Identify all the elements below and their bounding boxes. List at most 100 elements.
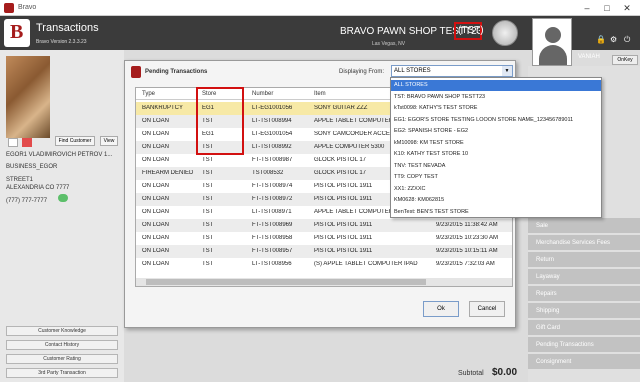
menu-item-return[interactable]: Return [528, 252, 640, 268]
cell-date: 9/23/2015 10:23:30 AM [436, 235, 499, 241]
power-icon[interactable]: ⏻ [624, 35, 630, 45]
app-icon [4, 3, 14, 13]
dialog-title: Pending Transactions [145, 69, 208, 75]
cell-store: TST [202, 196, 214, 202]
cell-type: ON LOAN [142, 131, 170, 137]
bravo-logo: B [4, 19, 30, 47]
cell-store: TST [202, 183, 214, 189]
third-party-transaction-button[interactable]: 3rd Party Transaction [6, 368, 118, 378]
subtotal-label: Subtotal [458, 370, 484, 377]
cell-number: LT-TST008994 [252, 118, 292, 124]
cell-number: LT-EG1001056 [252, 105, 293, 111]
store-filter-value: ALL STORES [394, 68, 431, 74]
customer-street: STREET1 [6, 177, 34, 183]
minimize-icon[interactable]: – [578, 2, 596, 14]
menu-item-gift-card[interactable]: Gift Card [528, 320, 640, 336]
store-option[interactable]: ALL STORES [391, 80, 601, 91]
store-option[interactable]: BenTest: BEN'S TEST STORE [391, 207, 601, 218]
store-option[interactable]: K10: KATHY TEST STORE 10 [391, 149, 601, 160]
store-option[interactable]: kTst0098: KATHY'S TEST STORE [391, 103, 601, 114]
cell-date: 9/23/2015 11:38:42 AM [436, 222, 498, 228]
version-label: Bravo Version 2.3.3.23 [36, 39, 87, 45]
user-name: VANIAH [578, 54, 600, 60]
subtotal-value: $0.00 [492, 367, 518, 378]
shop-location: Las Vegas, NV [372, 41, 406, 47]
page-title: Transactions [36, 22, 99, 34]
store-dropdown-list: ALL STORES TST: BRAVO PAWN SHOP TESTT23 kT… [390, 77, 602, 218]
cell-type: FIREARM DENIED [142, 170, 194, 176]
cell-number: FT-TST008974 [252, 183, 293, 189]
cell-type: ON LOAN [142, 196, 170, 202]
customer-rating-button[interactable]: Customer Rating [6, 354, 118, 364]
maximize-icon[interactable]: □ [598, 2, 616, 14]
store-option[interactable]: kM10098: KM TEST STORE [391, 138, 601, 149]
menu-item-shipping[interactable]: Shipping [528, 303, 640, 319]
customer-flag-icon[interactable] [8, 138, 18, 147]
cell-number: LT-TST008956 [252, 261, 292, 267]
horizontal-scrollbar[interactable] [136, 278, 512, 286]
menu-item-sale[interactable]: Sale [528, 218, 640, 234]
store-column-highlight [196, 87, 244, 155]
column-header-number[interactable]: Number [252, 91, 273, 97]
window-title: Bravo [18, 4, 37, 11]
store-option[interactable]: TNV: TEST NEVADA [391, 161, 601, 172]
menu-item-repairs[interactable]: Repairs [528, 286, 640, 302]
alert-flag-icon[interactable] [22, 138, 32, 147]
store-option[interactable]: TST: BRAVO PAWN SHOP TESTT23 [391, 92, 601, 103]
customer-phone: (777) 777-7777 [6, 198, 48, 204]
store-filter-select[interactable]: ALL STORES ▼ [391, 65, 513, 77]
store-option[interactable]: XX1: ZZXXC [391, 184, 601, 195]
cell-store: TST [202, 222, 214, 228]
scrollbar-thumb[interactable] [146, 279, 426, 285]
message-icon[interactable] [58, 194, 68, 202]
cell-type: ON LOAN [142, 118, 170, 124]
menu-item-pending-transactions[interactable]: Pending Transactions [528, 337, 640, 353]
close-icon[interactable]: ✕ [618, 2, 636, 14]
cell-number: FT-TST008987 [252, 157, 293, 163]
cell-number: FT-TST008969 [252, 222, 293, 228]
cell-type: ON LOAN [142, 235, 170, 241]
store-option[interactable]: EG1: EGOR'S STORE TESTING LOOON STORE NA… [391, 115, 601, 126]
table-row[interactable]: ON LOAN TST FT-TST008957 PISTOL PISTOL 1911… [136, 245, 512, 258]
cancel-button[interactable]: Cancel [469, 301, 505, 317]
customer-photo [6, 56, 50, 138]
user-avatar[interactable] [532, 18, 572, 66]
cell-number: LT-TST008992 [252, 144, 292, 150]
view-customer-button[interactable]: View [100, 136, 118, 146]
store-option[interactable]: EG2: SPANISH STORE - EG2 [391, 126, 601, 137]
cell-type: ON LOAN [142, 144, 170, 150]
bravo-logo-icon [131, 66, 141, 78]
cell-number: TST008532 [252, 170, 284, 176]
ok-button[interactable]: Ok [423, 301, 459, 317]
cell-store: TST [202, 170, 214, 176]
chevron-down-icon[interactable]: ▼ [502, 66, 512, 76]
onkey-button[interactable]: OnKey [612, 55, 638, 65]
shop-code: (TST) [454, 22, 484, 40]
table-row[interactable]: ON LOAN TST FT-TST008969 PISTOL PISTOL 1911… [136, 219, 512, 232]
menu-item-consignment[interactable]: Consignment [528, 354, 640, 370]
store-option[interactable]: KM0628: KM062815 [391, 195, 601, 206]
cell-number: FT-TST008957 [252, 248, 293, 254]
table-row[interactable]: ON LOAN TST LT-TST008956 (S) APPLE TABLET C… [136, 258, 512, 271]
column-header-item[interactable]: Item [314, 91, 326, 97]
column-header-type[interactable]: Type [142, 91, 155, 97]
lock-icon[interactable]: 🔒 [596, 35, 606, 44]
cell-store: TST [202, 261, 214, 267]
cell-store: TST [202, 209, 214, 215]
displaying-from-label: Displaying From: [339, 69, 385, 75]
gear-icon[interactable]: ⚙ [610, 35, 617, 44]
contact-history-button[interactable]: Contact History [6, 340, 118, 350]
cell-store: TST [202, 248, 214, 254]
customer-panel: Find Customer View EGOR1 VLADIMIROVICH P… [0, 50, 124, 382]
cell-type: ON LOAN [142, 157, 170, 163]
find-customer-button[interactable]: Find Customer [55, 136, 95, 146]
store-option[interactable]: TT9: COPY TEST [391, 172, 601, 183]
customer-name: EGOR1 VLADIMIROVICH PETROV 1... [6, 152, 113, 158]
cell-type: ON LOAN [142, 261, 170, 267]
cell-store: TST [202, 235, 214, 241]
table-row[interactable]: ON LOAN TST FT-TST008958 PISTOL PISTOL 1911… [136, 232, 512, 245]
cell-date: 9/23/2015 10:15:11 AM [436, 248, 498, 254]
customer-knowledge-button[interactable]: Customer Knowledge [6, 326, 118, 336]
menu-item-layaway[interactable]: Layaway [528, 269, 640, 285]
menu-item-merchandise-services-fees[interactable]: Merchandise Services Fees [528, 235, 640, 251]
